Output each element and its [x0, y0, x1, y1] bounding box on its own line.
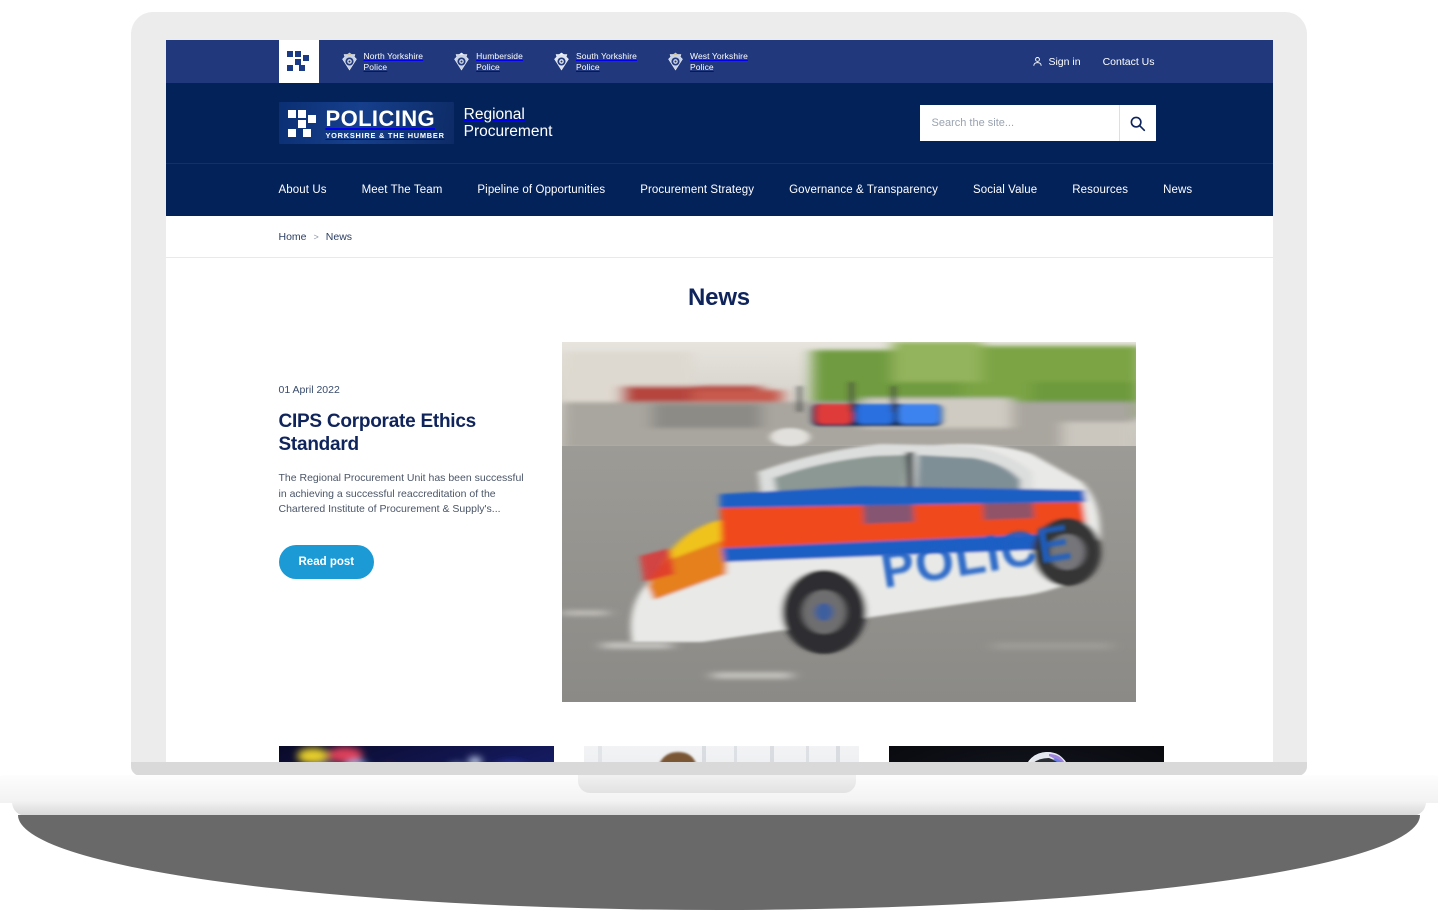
- news-page: News 01 April 2022 CIPS Corporate Ethics…: [165, 258, 1273, 775]
- force-label: West Yorkshire Police: [690, 51, 748, 72]
- laptop-base-notch: [578, 775, 856, 793]
- search-button[interactable]: [1118, 105, 1156, 141]
- policing-pixel-logo-icon: [286, 50, 309, 71]
- force-label: South Yorkshire Police: [575, 51, 637, 72]
- brand-logo-link[interactable]: POLICING YORKSHIRE & THE HUMBER Regional…: [278, 101, 553, 145]
- police-crest-icon: [341, 52, 357, 71]
- force-link-0[interactable]: North Yorkshire Police: [341, 51, 424, 72]
- top-utility-bar: North Yorkshire Police Humberside Police: [165, 40, 1273, 83]
- read-post-button[interactable]: Read post: [278, 544, 375, 579]
- site-header: POLICING YORKSHIRE & THE HUMBER Regional…: [165, 83, 1273, 163]
- sign-in-label: Sign in: [1048, 55, 1081, 68]
- breadcrumb-current: News: [325, 230, 353, 243]
- breadcrumb-home[interactable]: Home: [279, 231, 307, 243]
- force-logo-list: North Yorkshire Police Humberside Police: [341, 51, 748, 72]
- police-crest-icon: [554, 52, 569, 71]
- featured-post: 01 April 2022 CIPS Corporate Ethics Stan…: [166, 342, 1273, 702]
- breadcrumb-separator-icon: >: [313, 231, 319, 242]
- brand-tagline: Regional Procurement: [463, 105, 553, 141]
- force-label: North Yorkshire Police: [363, 51, 424, 72]
- contact-us-label: Contact Us: [1102, 55, 1155, 68]
- laptop-hinge: [131, 762, 1307, 776]
- contact-us-link[interactable]: Contact Us: [1103, 56, 1155, 68]
- post-date: 01 April 2022: [278, 384, 340, 396]
- featured-post-text: 01 April 2022 CIPS Corporate Ethics Stan…: [278, 342, 529, 579]
- post-excerpt: The Regional Procurement Unit has been s…: [278, 472, 524, 515]
- force-link-3[interactable]: West Yorkshire Police: [667, 51, 748, 72]
- nav-item-governance-transparency[interactable]: Governance & Transparency: [789, 184, 938, 196]
- site-search: [919, 105, 1156, 141]
- nav-item-resources[interactable]: Resources: [1072, 184, 1128, 196]
- brand-mark: POLICING YORKSHIRE & THE HUMBER: [278, 101, 454, 145]
- nav-item-procurement-strategy[interactable]: Procurement Strategy: [640, 184, 754, 196]
- user-icon: [1033, 57, 1043, 66]
- search-input[interactable]: [919, 105, 1119, 141]
- nav-item-about-us[interactable]: About Us: [279, 184, 327, 196]
- nav-item-social-value[interactable]: Social Value: [973, 184, 1037, 196]
- force-link-1[interactable]: Humberside Police: [453, 51, 523, 72]
- brand-wordmark: POLICING YORKSHIRE & THE HUMBER: [325, 105, 445, 140]
- nav-item-pipeline-of-opportunities[interactable]: Pipeline of Opportunities: [477, 184, 605, 196]
- policing-pixel-logo-icon: [287, 109, 316, 137]
- breadcrumb-bar: Home > News: [165, 216, 1273, 258]
- breadcrumb: Home > News: [279, 231, 353, 243]
- brand-word-policing: POLICING: [325, 105, 436, 131]
- browser-screen: North Yorkshire Police Humberside Police: [165, 40, 1273, 775]
- laptop-base-lip: [12, 800, 1426, 816]
- nav-item-news[interactable]: News: [1163, 184, 1192, 196]
- post-title: CIPS Corporate Ethics Standard: [278, 411, 477, 455]
- laptop-mockup: North Yorkshire Police Humberside Police: [0, 0, 1438, 914]
- laptop-shadow: [18, 815, 1420, 910]
- laptop-lid: North Yorkshire Police Humberside Police: [131, 12, 1307, 775]
- force-label: Humberside Police: [476, 51, 523, 72]
- police-car-in-motion-photo: POLICE: [561, 342, 1136, 702]
- brand-word-region: YORKSHIRE & THE HUMBER: [325, 130, 445, 140]
- main-navigation: About Us Meet The Team Pipeline of Oppor…: [165, 163, 1273, 216]
- featured-post-image[interactable]: POLICE: [561, 342, 1136, 702]
- nav-item-meet-the-team[interactable]: Meet The Team: [362, 184, 443, 196]
- sign-in-link[interactable]: Sign in: [1032, 55, 1081, 68]
- force-link-2[interactable]: South Yorkshire Police: [553, 51, 637, 72]
- search-icon: [1130, 116, 1146, 131]
- police-crest-icon: [454, 52, 469, 71]
- page-title: News: [688, 284, 750, 311]
- top-utility-links: Sign in Contact Us: [1032, 55, 1155, 68]
- police-crest-icon: [668, 52, 683, 71]
- pixel-logo-tile[interactable]: [278, 40, 319, 83]
